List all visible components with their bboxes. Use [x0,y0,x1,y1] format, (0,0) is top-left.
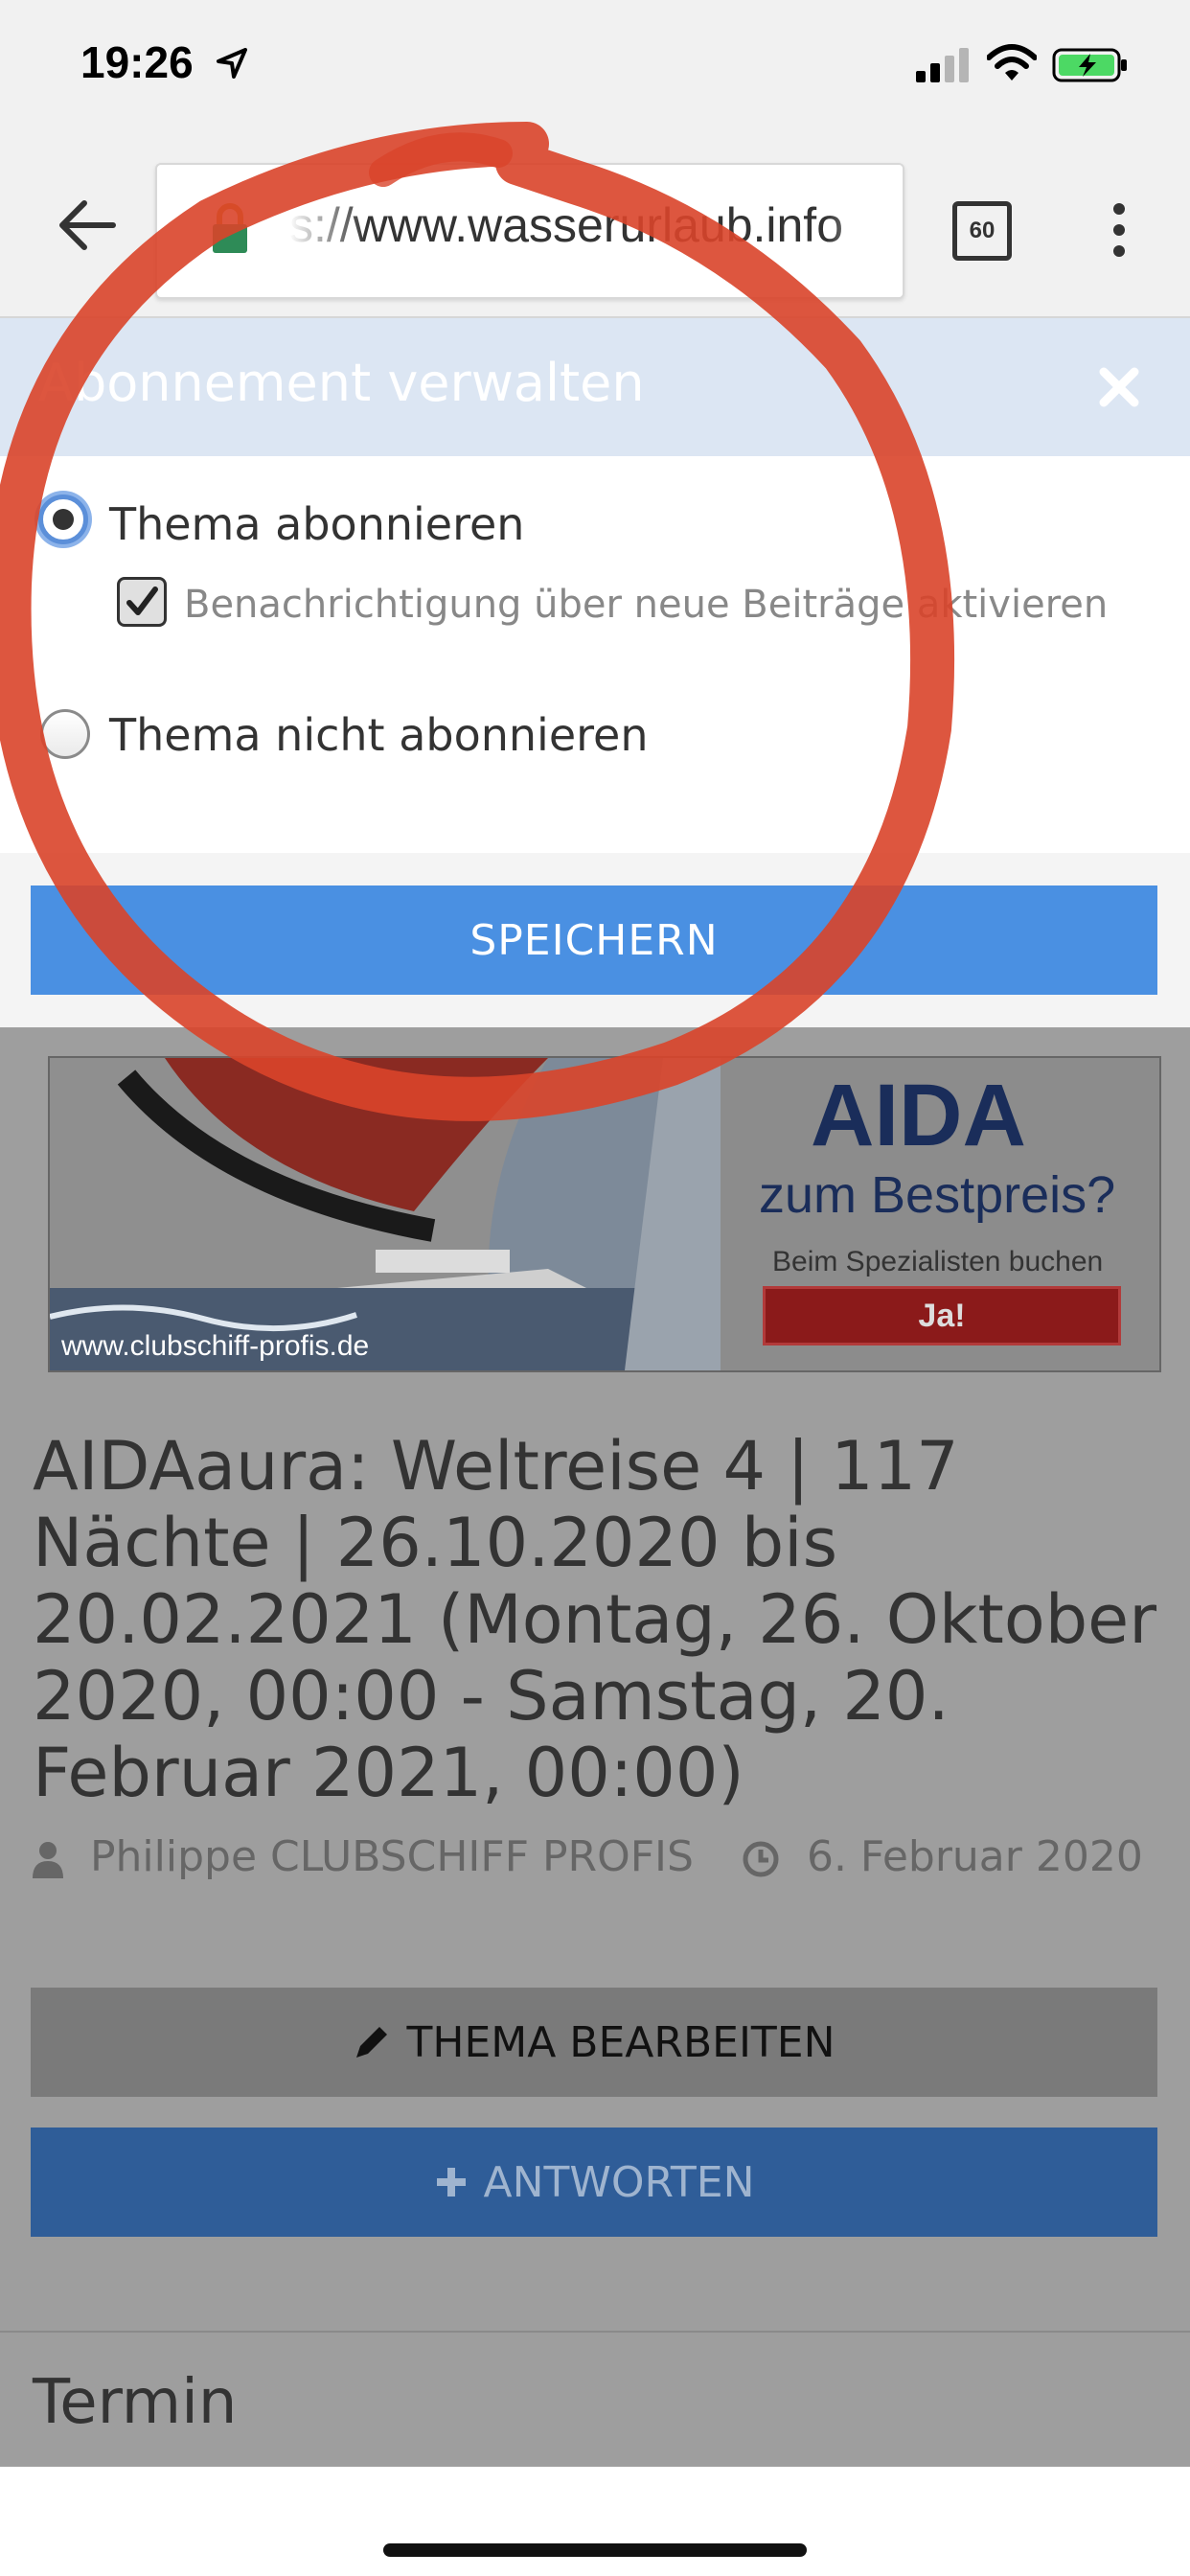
save-button[interactable]: SPEICHERN [31,886,1157,995]
ad-cta-button[interactable]: Ja! [763,1286,1121,1346]
subscribe-radio[interactable] [38,494,88,544]
notify-checkbox[interactable] [117,577,167,627]
home-indicator[interactable] [383,2543,807,2557]
ad-headline: zum Bestpreis? [759,1166,1116,1224]
address-bar[interactable]: s://www.wasserurlaub.info [155,163,904,299]
status-time: 19:26 [80,37,194,87]
status-bar: 19:26 [0,0,1190,128]
section-divider [0,2331,1190,2333]
user-icon [33,1842,63,1878]
tab-switcher-button[interactable]: 60 [952,201,1012,261]
location-arrow-icon [217,48,247,79]
unsubscribe-radio[interactable] [40,709,90,759]
thread-author[interactable]: Philippe CLUBSCHIFF PROFIS [90,1832,694,1881]
pencil-icon [356,2027,388,2058]
ad-banner[interactable]: www.clubschiff-profis.de AIDA zum Bestpr… [48,1056,1161,1372]
ad-site-url: www.clubschiff-profis.de [61,1330,370,1362]
browser-toolbar: s://www.wasserurlaub.info 60 [0,128,1190,318]
lock-icon [213,203,247,253]
clock-icon [743,1841,779,1877]
subscribe-option-label[interactable]: Thema abonnieren [109,498,524,550]
thread-meta: Philippe CLUBSCHIFF PROFIS 6. Februar 20… [33,1832,1143,1881]
notify-option-label[interactable]: Benachrichtigung über neue Beiträge akti… [184,583,1108,627]
close-icon[interactable] [1098,366,1140,408]
kebab-menu-icon[interactable] [1102,201,1136,259]
section-title: Termin [33,2367,238,2438]
modal-footer: SPEICHERN [0,853,1190,1027]
plus-icon [436,2168,466,2196]
cellular-signal-icon [916,48,969,82]
back-arrow-icon[interactable] [57,199,117,251]
home-bar [0,2467,1190,2576]
url-fade-left [289,165,366,297]
ad-subline: Beim Spezialisten buchen [772,1246,1104,1277]
modal-header: Abonnement verwalten [0,318,1190,456]
modal-body: Thema abonnieren Benachrichtigung über n… [0,456,1190,855]
unsubscribe-option-label[interactable]: Thema nicht abonnieren [109,709,649,761]
wifi-icon [987,44,1037,80]
modal-title: Abonnement verwalten [38,353,645,413]
ad-brand: AIDA [811,1067,1026,1164]
url-text[interactable]: s://www.wasserurlaub.info [289,197,843,253]
thread-date: 6. Februar 2020 [806,1832,1143,1881]
reply-label: ANTWORTEN [483,2157,755,2207]
thread-title: AIDAaura: Weltreise 4 | 117 Nächte | 26.… [33,1427,1156,1812]
reply-button[interactable]: ANTWORTEN [31,2128,1157,2237]
battery-charging-icon [1052,48,1127,82]
checkmark-icon [126,586,158,615]
edit-thread-label: THEMA BEARBEITEN [406,2017,835,2067]
cruise-ship-image [50,1058,721,1370]
page-content-overlay: www.clubschiff-profis.de AIDA zum Bestpr… [0,1027,1190,2467]
url-fade-right [826,165,903,297]
edit-thread-button[interactable]: THEMA BEARBEITEN [31,1988,1157,2097]
